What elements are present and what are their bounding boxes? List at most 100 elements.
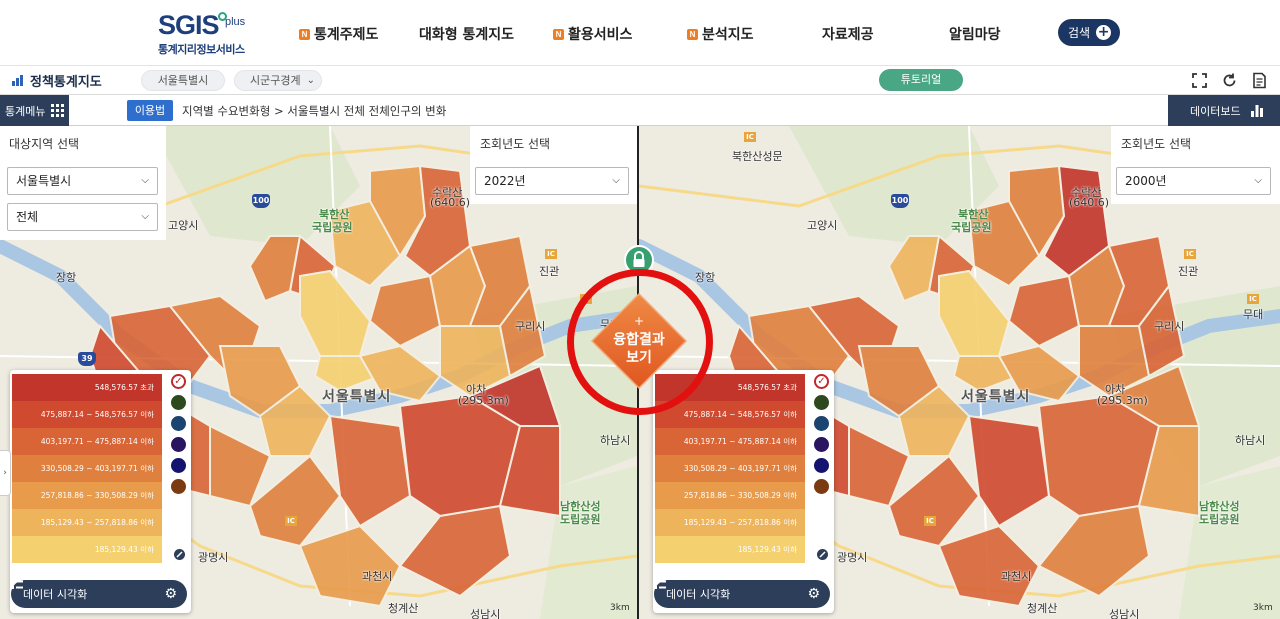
right-year-select[interactable]: 2000년 ⌵: [1116, 167, 1271, 195]
year-panel-label: 조회년도 선택: [1121, 137, 1192, 151]
refresh-icon[interactable]: [1221, 72, 1238, 89]
legend-class-4: 330,508.29 ~ 403,197.71 이하: [12, 455, 162, 482]
map-label-seongnam: 성남시: [470, 608, 501, 619]
grid-icon: [51, 104, 65, 117]
region-panel: 대상지역 선택 서울특별시 ⌵ 전체 ⌵: [0, 126, 166, 240]
legend-class-2: 475,887.14 ~ 548,576.57 이하: [655, 401, 805, 428]
nav-label: 자료제공: [822, 27, 874, 43]
palette-purple[interactable]: [814, 437, 829, 452]
chevron-down-icon: ⌄: [306, 75, 315, 86]
usage-guide-button[interactable]: 이용법: [127, 100, 173, 121]
legend-class-6: 185,129.43 ~ 257,818.86 이하: [655, 509, 805, 536]
region-select[interactable]: 서울특별시 ⌵: [7, 167, 158, 195]
map-label-cheonggyesan: 청계산: [388, 602, 419, 615]
map-label-acha-height: (295.3m): [1097, 394, 1148, 407]
map-label-national-park: 국립공원: [951, 221, 992, 234]
right-map[interactable]: 북한산성문 북한산 국립공원 수락산 (640.6) 고양시 장항 진관 구리시…: [639, 126, 1280, 619]
sgis-logo[interactable]: SGIS plus 통계지리정보서비스: [158, 10, 268, 58]
district-select-value: 전체: [16, 210, 39, 224]
region-pill[interactable]: 서울특별시: [141, 70, 225, 91]
map-label-national-park: 국립공원: [312, 221, 353, 234]
data-visualization-bar[interactable]: 데이터 시각화 ⚙: [11, 580, 187, 608]
chevron-down-icon: ⌵: [141, 211, 149, 222]
search-label: 검색: [1068, 26, 1091, 40]
document-icon[interactable]: [1251, 72, 1268, 89]
map-label-goyang: 고양시: [168, 219, 199, 232]
tutorial-button[interactable]: 튜토리얼: [879, 69, 963, 91]
boundary-select[interactable]: 시군구경계 ⌄: [234, 70, 322, 91]
nav-stat-theme[interactable]: N 통계주제도: [299, 24, 378, 44]
nav-data-provision[interactable]: 자료제공: [822, 24, 874, 44]
palette-brown[interactable]: [814, 479, 829, 494]
interchange-icon: IC: [744, 132, 756, 142]
map-label-jingwan: 진관: [1178, 265, 1199, 278]
gear-icon[interactable]: ⚙: [164, 586, 177, 602]
logo-plus-text: plus: [225, 16, 246, 28]
palette-navy[interactable]: [814, 458, 829, 473]
page-title: 정책통계지도: [30, 75, 102, 90]
district-select[interactable]: 전체 ⌵: [7, 203, 158, 231]
map-label-gwangmyeong: 광명시: [837, 551, 868, 564]
year-panel-label: 조회년도 선택: [480, 137, 551, 151]
data-board-button[interactable]: 데이터보드: [1168, 95, 1280, 126]
stat-menu-button[interactable]: 통계메뉴: [0, 95, 69, 126]
palette-green[interactable]: [814, 395, 829, 410]
data-visualization-label: 데이터 시각화: [23, 588, 88, 601]
search-button[interactable]: 검색 +: [1058, 19, 1120, 46]
right-year-value: 2000년: [1125, 174, 1167, 188]
map-label-hanam: 하남시: [600, 434, 631, 447]
map-label-jingwan: 진관: [539, 265, 560, 278]
top-navigation: SGIS plus 통계지리정보서비스 N 통계주제도 대화형 통계지도 N 활…: [0, 0, 1280, 66]
palette-navy[interactable]: [171, 458, 186, 473]
map-label-suraksan-height: (640.6): [1069, 196, 1110, 209]
map-label-suraksan-height: (640.6): [430, 196, 471, 209]
palette-red-checked[interactable]: ✓: [171, 374, 186, 389]
nav-interactive-map[interactable]: 대화형 통계지도: [419, 24, 514, 44]
highlight-circle: [567, 269, 713, 415]
map-label-gwacheon: 과천시: [1001, 570, 1032, 583]
palette-green[interactable]: [171, 395, 186, 410]
map-label-bukhansanseong: 북한산성문: [732, 150, 783, 163]
region-panel-label: 대상지역 선택: [9, 137, 80, 151]
legend-class-5: 257,818.86 ~ 330,508.29 이하: [655, 482, 805, 509]
map-label-seongnam: 성남시: [1109, 608, 1140, 619]
new-badge: N: [299, 28, 310, 40]
data-visualization-label: 데이터 시각화: [666, 588, 731, 601]
left-map[interactable]: 북한산 국립공원 수락산 (640.6) 고양시 장항 진관 구리시 무대 서울…: [0, 126, 637, 619]
map-label-provincial-park: 도립공원: [1199, 513, 1240, 526]
palette-purple[interactable]: [171, 437, 186, 452]
map-label-acha-height: (295.3m): [458, 394, 509, 407]
left-legend: 548,576.57 초과 475,887.14 ~ 548,576.57 이하…: [10, 370, 191, 613]
map-label-seoul: 서울특별시: [961, 389, 1031, 405]
nav-analysis-map[interactable]: N 분석지도: [687, 24, 754, 44]
palette-brown[interactable]: [171, 479, 186, 494]
gear-icon[interactable]: ⚙: [807, 586, 820, 602]
legend-class-1: 548,576.57 초과: [12, 374, 162, 401]
nav-services[interactable]: N 활용서비스: [553, 24, 632, 44]
scale-label: 3km: [1253, 603, 1273, 613]
breadcrumb-bar: 통계메뉴 이용법 지역별 수요변화형 > 서울특별시 전체 전체인구의 변화 데…: [0, 95, 1280, 126]
fullscreen-icon[interactable]: [1191, 72, 1208, 89]
right-legend: 548,576.57 초과 475,887.14 ~ 548,576.57 이하…: [653, 370, 834, 613]
data-visualization-bar[interactable]: 데이터 시각화 ⚙: [654, 580, 830, 608]
left-year-panel: 조회년도 선택 2022년 ⌵: [470, 126, 637, 204]
logo-subtitle: 통계지리정보서비스: [158, 43, 245, 56]
boundary-label: 시군구경계: [250, 74, 301, 87]
map-label-janghang: 장항: [695, 271, 716, 284]
map-label-provincial-park: 도립공원: [560, 513, 601, 526]
reset-icon[interactable]: [173, 548, 186, 561]
interchange-icon: IC: [545, 249, 557, 259]
map-label-cheonggyesan: 청계산: [1027, 602, 1058, 615]
nav-notice[interactable]: 알림마당: [949, 24, 1001, 44]
side-panel-toggle[interactable]: ›: [0, 450, 11, 496]
new-badge: N: [687, 28, 698, 40]
left-year-select[interactable]: 2022년 ⌵: [475, 167, 629, 195]
palette-red-checked[interactable]: ✓: [814, 374, 829, 389]
palette-blue[interactable]: [171, 416, 186, 431]
new-badge: N: [553, 28, 564, 40]
interchange-icon: IC: [285, 516, 297, 526]
nav-label: 활용서비스: [568, 27, 633, 43]
reset-icon[interactable]: [816, 548, 829, 561]
nav-label: 통계주제도: [314, 27, 379, 43]
palette-blue[interactable]: [814, 416, 829, 431]
